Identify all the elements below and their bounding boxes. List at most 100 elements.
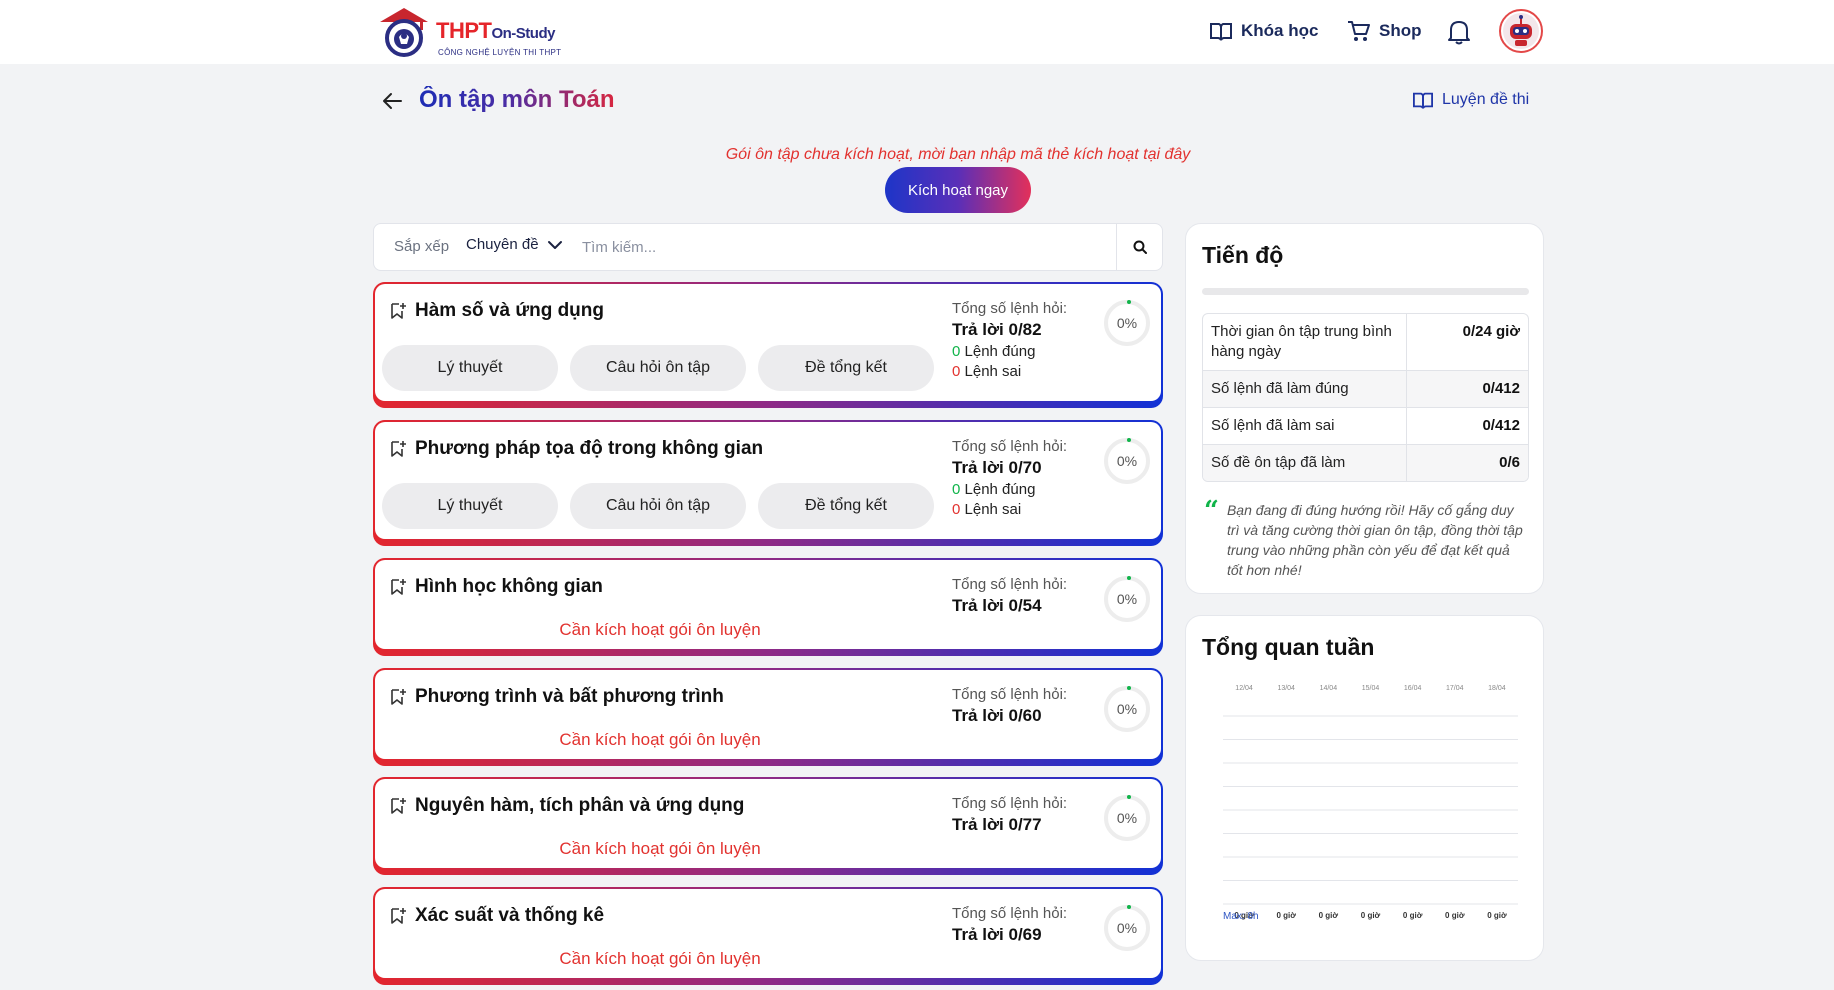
stats-row-label: Số lệnh đã làm sai [1203,408,1407,444]
sort-dropdown[interactable]: Chuyên đề [466,236,563,253]
stats-row-label: Số đề ôn tập đã làm [1203,445,1407,481]
chart-x-tick-label: 16/04 [1404,685,1422,692]
progress-panel: Tiến độ Thời gian ôn tập trung bình hàng… [1185,223,1544,594]
topic-card-body: Phương trình và bất phương trình Cần kíc… [375,670,1161,759]
summary-test-button[interactable]: Đề tổng kết [758,345,934,391]
site-logo[interactable]: THPTOn-Study CÔNG NGHỆ LUYỆN THI THPT [378,4,578,60]
logo-title: THPTOn-Study [436,18,555,43]
progress-ring: 0% [1104,795,1150,841]
activation-required-link[interactable]: Cần kích hoạt gói ôn luyện [375,839,945,859]
total-questions-label: Tổng số lệnh hỏi: [952,300,1068,317]
motivation-quote: “ Bạn đang đi đúng hướng rồi! Hãy cố gắn… [1204,496,1529,580]
stats-row: Số lệnh đã làm sai 0/412 [1203,408,1528,445]
page-title: Ôn tập môn Toán [419,86,615,113]
answered-count: Trả lời 0/77 [952,815,1042,834]
bookmark-add-icon[interactable] [389,797,407,815]
top-navigation-bar: THPTOn-Study CÔNG NGHỆ LUYỆN THI THPT Kh… [0,0,1834,64]
topic-card[interactable]: Hình học không gian Cần kích hoạt gói ôn… [373,558,1163,656]
answered-count: Trả lời 0/70 [952,458,1042,477]
quote-icon: “ [1204,496,1219,526]
topic-card-body: Xác suất và thống kê Cần kích hoạt gói ô… [375,889,1161,978]
chart-value-label: 0 giờ [1487,911,1507,920]
chart-value-label: 0 giờ [1276,911,1296,920]
cart-icon [1348,21,1370,41]
wrong-line: 0 Lệnh sai [952,363,1022,380]
stats-row: Số đề ôn tập đã làm 0/6 [1203,445,1528,481]
stats-row-label: Số lệnh đã làm đúng [1203,371,1407,407]
chart-max-label: Max: 8h [1223,911,1259,922]
topic-card[interactable]: Phương pháp tọa độ trong không gian Lý t… [373,420,1163,546]
theory-button[interactable]: Lý thuyết [382,483,558,529]
bookmark-add-icon[interactable] [389,302,407,320]
bell-icon[interactable] [1446,18,1472,46]
wrong-line: 0 Lệnh sai [952,501,1022,518]
total-questions-label: Tổng số lệnh hỏi: [952,905,1068,922]
activation-message: Gói ôn tập chưa kích hoạt, mời bạn nhập … [725,146,1191,163]
total-questions-label: Tổng số lệnh hỏi: [952,576,1068,593]
review-questions-button[interactable]: Câu hỏi ôn tập [570,345,746,391]
nav-courses-label: Khóa học [1241,21,1319,40]
topic-stats: Tổng số lệnh hỏi: Trả lời 0/70 0 Lệnh đú… [952,438,1067,518]
stats-row-value: 0/412 [1482,380,1520,397]
weekly-overview-title: Tổng quan tuần [1202,634,1375,660]
total-questions-label: Tổng số lệnh hỏi: [952,795,1068,812]
topic-card[interactable]: Nguyên hàm, tích phân và ứng dụng Cần kí… [373,777,1163,875]
chart-value-label: 0 giờ [1361,911,1381,920]
bookmark-add-icon[interactable] [389,688,407,706]
bookmark-add-icon[interactable] [389,578,407,596]
robot-avatar-icon [1503,13,1539,49]
topic-title: Hình học không gian [415,576,603,597]
review-questions-button[interactable]: Câu hỏi ôn tập [570,483,746,529]
summary-test-button[interactable]: Đề tổng kết [758,483,934,529]
nav-shop-link[interactable]: Shop [1347,18,1422,44]
progress-ring: 0% [1104,686,1150,732]
search-input[interactable] [582,232,1122,262]
theory-button[interactable]: Lý thuyết [382,345,558,391]
progress-panel-title: Tiến độ [1202,242,1284,268]
stats-row: Số lệnh đã làm đúng 0/412 [1203,371,1528,408]
logo-tagline: CÔNG NGHỆ LUYỆN THI THPT [438,48,562,57]
topic-card[interactable]: Xác suất và thống kê Cần kích hoạt gói ô… [373,887,1163,985]
weekly-overview-panel: Tổng quan tuần 12/04 0 giờ 13/04 0 giờ 14/04… [1185,615,1544,961]
answered-count: Trả lời 0/60 [952,706,1042,725]
topic-card-body: Hình học không gian Cần kích hoạt gói ôn… [375,560,1161,649]
back-arrow-icon[interactable] [381,90,403,112]
user-avatar[interactable] [1499,9,1543,53]
topic-card-body: Hàm số và ứng dụng Lý thuyết Câu hỏi ôn … [375,284,1161,401]
sort-label: Sắp xếp [394,238,450,255]
search-icon [1133,240,1147,254]
correct-line: 0 Lệnh đúng [952,343,1036,360]
logo-mark-icon [380,8,428,57]
chart-x-tick-label: 12/04 [1235,685,1253,692]
stats-row-value: 0/24 giờ [1462,323,1520,340]
weekly-study-chart: 12/04 0 giờ 13/04 0 giờ 14/04 0 giờ 15/04 0 giờ… [1223,685,1518,920]
topic-title: Nguyên hàm, tích phân và ứng dụng [415,795,745,816]
chart-value-label: 0 giờ [1319,911,1339,920]
topic-title: Xác suất và thống kê [415,905,605,926]
progress-stats-table: Thời gian ôn tập trung bình hàng ngày 0/… [1202,313,1529,482]
nav-courses-link[interactable]: Khóa học [1209,18,1318,44]
stats-row-value: 0/412 [1482,417,1520,434]
topic-card-body: Phương pháp tọa độ trong không gian Lý t… [375,422,1161,539]
topic-stats: Tổng số lệnh hỏi: Trả lời 0/54 [952,576,1067,616]
bookmark-add-icon[interactable] [389,907,407,925]
search-button[interactable] [1116,224,1162,270]
book-icon [1210,23,1232,41]
activation-required-link[interactable]: Cần kích hoạt gói ôn luyện [375,620,945,640]
activate-now-button[interactable]: Kích hoạt ngay [885,167,1031,213]
activation-required-link[interactable]: Cần kích hoạt gói ôn luyện [375,949,945,969]
chart-x-tick-label: 14/04 [1320,685,1338,692]
bookmark-add-icon[interactable] [389,440,407,458]
topic-stats: Tổng số lệnh hỏi: Trả lời 0/60 [952,686,1067,726]
topic-title: Hàm số và ứng dụng [415,300,604,321]
stats-row: Thời gian ôn tập trung bình hàng ngày 0/… [1203,314,1528,371]
chart-value-label: 0 giờ [1445,911,1465,920]
practice-exam-link[interactable]: Luyện đề thi [1412,90,1529,110]
chart-x-tick-label: 17/04 [1446,685,1464,692]
nav-shop-label: Shop [1379,21,1422,40]
progress-ring: 0% [1104,438,1150,484]
chevron-down-icon [547,240,562,249]
activation-required-link[interactable]: Cần kích hoạt gói ôn luyện [375,730,945,750]
topic-card[interactable]: Hàm số và ứng dụng Lý thuyết Câu hỏi ôn … [373,282,1163,408]
topic-card[interactable]: Phương trình và bất phương trình Cần kíc… [373,668,1163,766]
